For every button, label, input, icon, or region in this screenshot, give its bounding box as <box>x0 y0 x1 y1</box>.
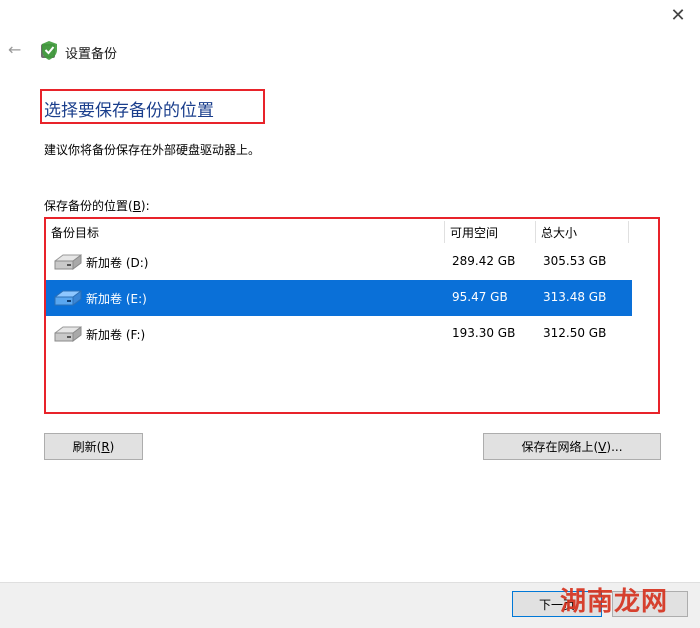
close-icon[interactable]: ✕ <box>664 4 692 28</box>
hard-drive-icon <box>52 288 82 310</box>
list-row-drive-e[interactable]: 新加卷 (E:) 95.47 GB 313.48 GB <box>46 280 632 316</box>
description-text: 建议你将备份保存在外部硬盘驱动器上。 <box>44 143 261 157</box>
list-row-drive-d[interactable]: 新加卷 (D:) 289.42 GB 305.53 GB <box>46 244 632 280</box>
drive-name: 新加卷 (E:) <box>86 292 147 306</box>
hard-drive-icon <box>52 324 82 346</box>
window-title: 设置备份 <box>65 47 118 62</box>
drive-name: 新加卷 (D:) <box>86 256 149 270</box>
column-header-target[interactable]: 备份目标 <box>51 223 99 243</box>
drive-total-size: 312.50 GB <box>543 326 607 340</box>
hard-drive-icon <box>52 252 82 274</box>
drive-free-space: 95.47 GB <box>452 290 508 304</box>
column-divider[interactable] <box>535 221 536 243</box>
page-heading: 选择要保存备份的位置 <box>44 101 214 121</box>
drive-total-size: 305.53 GB <box>543 254 607 268</box>
drive-free-space: 193.30 GB <box>452 326 516 340</box>
backup-app-icon <box>39 39 61 61</box>
back-arrow-icon[interactable]: ← <box>8 40 28 60</box>
drive-name: 新加卷 (F:) <box>86 328 146 342</box>
refresh-button[interactable]: 刷新(R) <box>44 433 143 460</box>
list-row-drive-f[interactable]: 新加卷 (F:) 193.30 GB 312.50 GB <box>46 316 632 352</box>
drive-free-space: 289.42 GB <box>452 254 516 268</box>
save-on-network-button[interactable]: 保存在网络上(V)... <box>483 433 661 460</box>
backup-location-list[interactable]: 备份目标 可用空间 总大小 新加卷 (D:) 289.42 GB 305.53 … <box>44 217 660 414</box>
column-divider[interactable] <box>444 221 445 243</box>
column-divider[interactable] <box>628 221 629 243</box>
drive-total-size: 313.48 GB <box>543 290 607 304</box>
location-list-label: 保存备份的位置(B): <box>44 199 150 213</box>
column-header-free-space[interactable]: 可用空间 <box>450 223 498 243</box>
watermark-logo: 湖南龙网 <box>560 587 669 617</box>
column-header-total-size[interactable]: 总大小 <box>541 223 577 243</box>
